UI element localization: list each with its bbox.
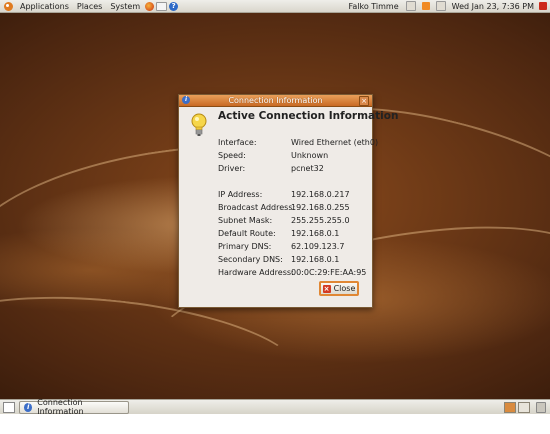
row-label: Broadcast Address: (218, 203, 296, 212)
row-label: Default Route: (218, 229, 276, 238)
mail-icon[interactable] (156, 1, 168, 11)
volume-icon[interactable] (435, 1, 446, 11)
update-notifier-icon[interactable] (421, 2, 430, 10)
close-button[interactable]: × Close (319, 281, 359, 296)
menu-applications[interactable]: Applications (16, 2, 73, 11)
row-label: Secondary DNS: (218, 255, 283, 264)
row-value: 255.255.255.0 (291, 216, 350, 225)
bottom-panel: i Connection Information (0, 398, 550, 416)
row-value: 00:0C:29:FE:AA:95 (291, 268, 367, 277)
help-icon[interactable]: ? (169, 1, 179, 11)
window-close-button[interactable]: × (359, 96, 369, 106)
power-icon[interactable] (539, 2, 547, 10)
row-value: 192.168.0.1 (291, 255, 340, 264)
lightbulb-icon (191, 113, 207, 136)
row-value: 192.168.0.255 (291, 203, 350, 212)
ubuntu-logo-icon (4, 1, 13, 11)
close-icon: × (322, 284, 331, 293)
dialog-heading: Active Connection Information (218, 110, 399, 122)
network-icon[interactable] (405, 1, 416, 11)
taskbar-item-label: Connection Information (37, 398, 84, 416)
taskbar-item-connection-info[interactable]: i Connection Information (19, 398, 129, 416)
firefox-icon[interactable] (145, 1, 155, 11)
row-value: 192.168.0.1 (291, 229, 340, 238)
trash-icon[interactable] (536, 401, 546, 413)
clock[interactable]: Wed Jan 23, 7:36 PM (449, 2, 537, 11)
user-name[interactable]: Falko Timme (344, 2, 402, 11)
row-label: Subnet Mask: (218, 216, 273, 225)
row-label: Interface: (218, 138, 257, 147)
workspace-switcher-2[interactable] (518, 401, 530, 413)
top-panel: Applications Places System ? Falko Timme… (0, 0, 550, 13)
close-button-label: Close (333, 284, 356, 293)
workspace-switcher-1[interactable] (504, 401, 516, 413)
show-desktop-icon[interactable] (3, 401, 15, 413)
menu-system[interactable]: System (106, 2, 144, 11)
info-icon: i (24, 402, 33, 412)
menu-places[interactable]: Places (73, 2, 106, 11)
row-value: Unknown (291, 151, 329, 160)
dialog-title: Connection Information (228, 96, 323, 105)
row-value: pcnet32 (291, 164, 324, 173)
row-value: 62.109.123.7 (291, 242, 345, 251)
row-label: Speed: (218, 151, 246, 160)
dialog-titlebar[interactable]: i Connection Information × (179, 95, 372, 107)
row-label: IP Address: (218, 190, 263, 199)
row-value: 192.168.0.217 (291, 190, 350, 199)
row-label: Primary DNS: (218, 242, 272, 251)
row-label: Driver: (218, 164, 246, 173)
row-label: Hardware Address: (218, 268, 294, 277)
connection-info-dialog: i Connection Information × Active Connec… (178, 94, 398, 308)
row-value: Wired Ethernet (eth0) (291, 138, 379, 147)
